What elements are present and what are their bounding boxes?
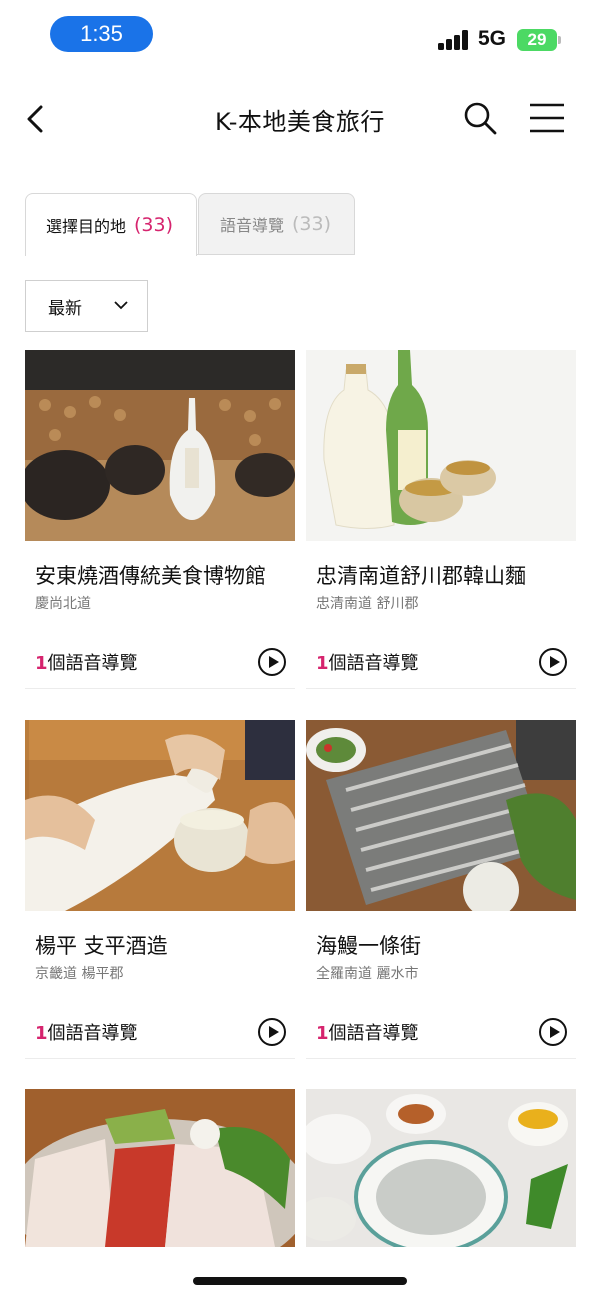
tab-bar: 選擇目的地 (33) 語音導覽 (33) (25, 193, 355, 256)
battery-tip (558, 36, 561, 44)
tab-divider (197, 254, 354, 255)
tab-destinations-label: 選擇目的地 (46, 217, 127, 236)
card-region: 全羅南道 麗水市 (316, 966, 419, 982)
guide-count-number: 1 (316, 653, 329, 674)
card-divider (25, 688, 295, 689)
play-icon[interactable] (258, 648, 286, 676)
play-icon[interactable] (258, 1018, 286, 1046)
card-title: 忠清南道舒川郡韓山麵 (316, 564, 526, 588)
card-title: 楊平 支平酒造 (35, 934, 168, 958)
status-time: 1:35 (50, 16, 153, 52)
destination-card[interactable]: 忠清南道舒川郡韓山麵 忠清南道 舒川郡 1個語音導覽 (306, 350, 576, 690)
destination-card[interactable]: 安東燒酒傳統美食博物館 慶尚北道 1個語音導覽 (25, 350, 295, 690)
card-region: 忠清南道 舒川郡 (316, 596, 419, 612)
card-divider (25, 1058, 295, 1059)
card-title: 海鰻一條街 (316, 934, 421, 958)
destination-card[interactable] (306, 1089, 576, 1247)
card-guide-count: 1個語音導覽 (316, 1019, 419, 1045)
card-guide-count: 1個語音導覽 (35, 649, 138, 675)
card-image-soju-museum (25, 350, 295, 541)
tab-destinations-count: (33) (134, 214, 174, 236)
card-image-pork-platter (25, 1089, 295, 1247)
card-divider (306, 1058, 576, 1059)
tab-audio-guides[interactable]: 語音導覽 (33) (198, 193, 355, 255)
card-guide-count: 1個語音導覽 (316, 649, 419, 675)
guide-count-label: 個語音導覽 (47, 1023, 138, 1044)
battery-icon: 29 (517, 29, 557, 51)
page-title: K-本地美食旅行 (215, 108, 385, 136)
guide-count-label: 個語音導覽 (47, 653, 138, 674)
chevron-down-icon (114, 301, 128, 310)
guide-count-label: 個語音導覽 (328, 653, 419, 674)
search-button[interactable] (462, 100, 498, 136)
card-image-hansan-liquor (306, 350, 576, 541)
card-region: 京畿道 楊平郡 (35, 966, 124, 982)
play-icon[interactable] (539, 648, 567, 676)
menu-button[interactable] (528, 102, 566, 134)
destination-card[interactable]: 楊平 支平酒造 京畿道 楊平郡 1個語音導覽 (25, 720, 295, 1060)
guide-count-number: 1 (35, 653, 48, 674)
play-icon[interactable] (539, 1018, 567, 1046)
card-image-raw-fish (306, 1089, 576, 1247)
search-icon (464, 102, 497, 135)
destination-card[interactable]: 海鰻一條街 全羅南道 麗水市 1個語音導覽 (306, 720, 576, 1060)
network-label: 5G (478, 27, 507, 50)
card-region: 慶尚北道 (35, 596, 91, 612)
tab-audio-guides-count: (33) (292, 213, 332, 235)
card-image-makgeolli (25, 720, 295, 911)
tab-destinations[interactable]: 選擇目的地 (33) (25, 193, 197, 256)
sort-value: 最新 (48, 298, 82, 319)
card-guide-count: 1個語音導覽 (35, 1019, 138, 1045)
app-header: K-本地美食旅行 (0, 84, 600, 154)
sort-dropdown[interactable]: 最新 (25, 280, 148, 332)
guide-count-number: 1 (35, 1023, 48, 1044)
destination-card[interactable] (25, 1089, 295, 1247)
card-divider (306, 688, 576, 689)
status-bar: 1:35 5G 29 (0, 0, 600, 70)
signal-icon (438, 30, 470, 50)
tab-audio-guides-label: 語音導覽 (220, 216, 285, 235)
home-indicator[interactable] (193, 1277, 407, 1285)
guide-count-number: 1 (316, 1023, 329, 1044)
card-title: 安東燒酒傳統美食博物館 (35, 564, 266, 588)
menu-icon (530, 103, 564, 133)
guide-count-label: 個語音導覽 (328, 1023, 419, 1044)
card-image-eel (306, 720, 576, 911)
